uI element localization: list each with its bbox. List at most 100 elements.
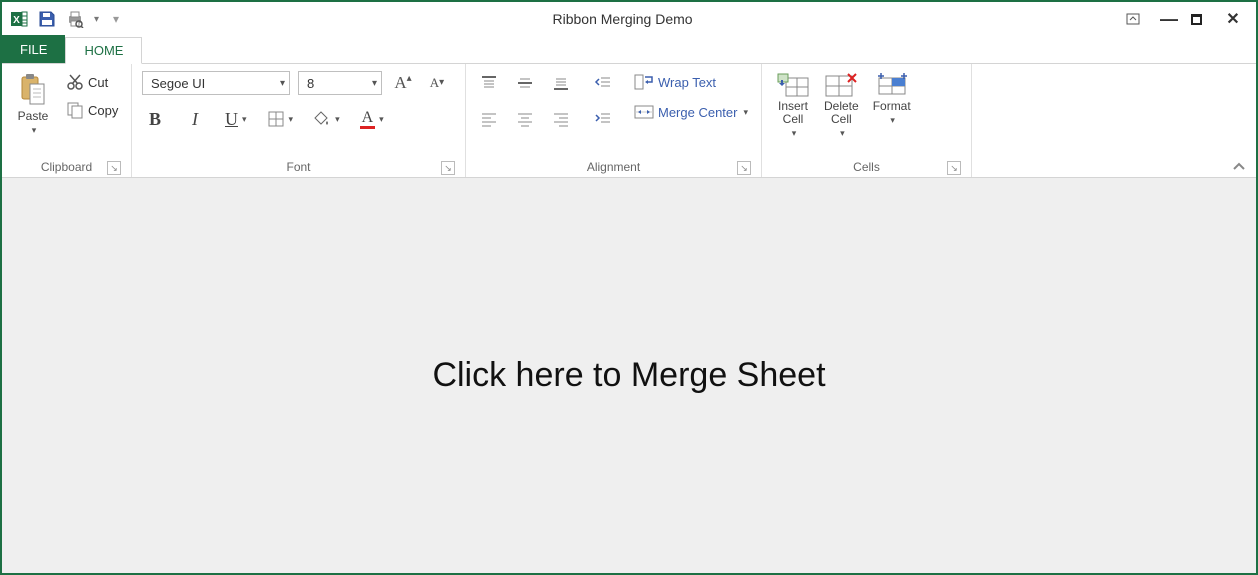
close-button[interactable]: ✕ <box>1222 9 1244 29</box>
format-button[interactable]: Format ▾ <box>869 70 915 128</box>
chevron-down-icon: ▾ <box>32 125 37 136</box>
increase-font-button[interactable]: A▴ <box>390 70 416 96</box>
format-label: Format <box>873 100 911 113</box>
copy-icon <box>66 101 84 119</box>
copy-button[interactable]: Copy <box>64 98 120 122</box>
increase-indent-button[interactable] <box>590 106 616 132</box>
format-icon <box>875 72 909 98</box>
wrap-text-label: Wrap Text <box>658 75 716 90</box>
cut-label: Cut <box>88 75 108 90</box>
group-clipboard: Paste ▾ Cut Copy Clipboard <box>2 64 132 177</box>
decrease-indent-button[interactable] <box>590 70 616 96</box>
qat-dropdown-icon[interactable]: ▾ <box>94 14 99 25</box>
fill-color-button[interactable]: ▾ <box>310 106 343 132</box>
clipboard-launcher-icon[interactable]: ↘ <box>107 161 121 175</box>
group-font-label: Font <box>286 160 310 174</box>
italic-icon: I <box>192 109 198 130</box>
tab-file[interactable]: FILE <box>2 35 65 63</box>
save-icon[interactable] <box>36 8 58 30</box>
chevron-down-icon: ▾ <box>743 107 748 118</box>
insert-cell-button[interactable]: Insert Cell ▾ <box>772 70 814 141</box>
group-alignment-label: Alignment <box>587 160 640 174</box>
group-cells: Insert Cell ▾ Delete Cell ▾ Format ▾ Cel… <box>762 64 972 177</box>
chevron-down-icon: ▾ <box>335 114 340 125</box>
align-left-button[interactable] <box>476 106 502 132</box>
alignment-launcher-icon[interactable]: ↘ <box>737 161 751 175</box>
ribbon-display-options-icon[interactable] <box>1126 13 1148 25</box>
font-color-button[interactable]: A ▾ <box>357 106 387 132</box>
paste-icon <box>18 72 48 108</box>
align-right-icon <box>552 110 570 128</box>
delete-cell-label: Delete Cell <box>824 100 859 126</box>
merge-center-label: Merge Center <box>658 105 737 120</box>
cut-button[interactable]: Cut <box>64 70 120 94</box>
italic-button[interactable]: I <box>182 106 208 132</box>
merge-center-button[interactable]: Merge Center ▾ <box>632 100 750 124</box>
group-font: Segoe UI ▾ 8 ▾ A▴ A▾ <box>132 64 466 177</box>
align-bottom-button[interactable] <box>548 70 574 96</box>
increase-font-icon: A▴ <box>394 73 411 93</box>
bold-icon: B <box>149 109 161 130</box>
wrap-text-icon <box>634 73 654 91</box>
increase-indent-icon <box>594 110 612 128</box>
borders-button[interactable]: ▾ <box>264 106 297 132</box>
chevron-down-icon: ▾ <box>289 114 294 125</box>
align-right-button[interactable] <box>548 106 574 132</box>
align-center-icon <box>516 110 534 128</box>
font-name-value: Segoe UI <box>151 76 205 91</box>
chevron-down-icon: ▾ <box>372 78 377 89</box>
chevron-down-icon: ▾ <box>280 78 285 89</box>
window-controls: — ✕ <box>1126 9 1250 29</box>
delete-cell-icon <box>824 72 858 98</box>
align-left-icon <box>480 110 498 128</box>
font-launcher-icon[interactable]: ↘ <box>441 161 455 175</box>
align-middle-button[interactable] <box>512 70 538 96</box>
merge-center-icon <box>634 103 654 121</box>
group-alignment: Wrap Text Merge Center ▾ Alignment ↘ <box>466 64 762 177</box>
decrease-indent-icon <box>594 74 612 92</box>
maximize-button[interactable] <box>1190 13 1212 26</box>
collapse-ribbon-icon[interactable] <box>1232 159 1246 173</box>
cut-icon <box>66 73 84 91</box>
group-cells-label: Cells <box>853 160 880 174</box>
font-color-icon: A <box>360 110 376 129</box>
fill-color-icon <box>313 110 331 128</box>
merge-sheet-link[interactable]: Click here to Merge Sheet <box>432 356 825 395</box>
cells-launcher-icon[interactable]: ↘ <box>947 161 961 175</box>
underline-button[interactable]: U ▾ <box>222 106 250 132</box>
print-preview-icon[interactable] <box>64 8 86 30</box>
font-size-value: 8 <box>307 76 314 91</box>
insert-cell-label: Insert Cell <box>778 100 808 126</box>
chevron-down-icon: ▾ <box>840 128 845 139</box>
font-size-combo[interactable]: 8 ▾ <box>298 71 382 95</box>
decrease-font-icon: A▾ <box>430 75 444 91</box>
borders-icon <box>267 110 285 128</box>
decrease-font-button[interactable]: A▾ <box>424 70 450 96</box>
align-top-button[interactable] <box>476 70 502 96</box>
ribbon-tabs: FILE HOME <box>2 36 1256 64</box>
insert-cell-icon <box>776 72 810 98</box>
minimize-button[interactable]: — <box>1158 15 1180 23</box>
quick-access-toolbar: X ▾ ▾ <box>8 8 119 30</box>
chevron-down-icon: ▾ <box>890 115 895 126</box>
align-center-button[interactable] <box>512 106 538 132</box>
group-clipboard-label: Clipboard <box>41 160 92 174</box>
underline-icon: U <box>225 109 238 130</box>
window-title: Ribbon Merging Demo <box>119 11 1126 27</box>
excel-icon: X <box>8 8 30 30</box>
chevron-down-icon: ▾ <box>792 128 797 139</box>
wrap-text-button[interactable]: Wrap Text <box>632 70 750 94</box>
tab-home[interactable]: HOME <box>65 37 142 64</box>
align-top-icon <box>480 74 498 92</box>
paste-button[interactable]: Paste ▾ <box>12 70 54 138</box>
svg-text:X: X <box>13 15 20 26</box>
bold-button[interactable]: B <box>142 106 168 132</box>
title-bar: X ▾ ▾ Ribbon Merging Demo — ✕ <box>2 2 1256 36</box>
ribbon: Paste ▾ Cut Copy Clipboard <box>2 64 1256 178</box>
align-middle-icon <box>516 74 534 92</box>
font-name-combo[interactable]: Segoe UI ▾ <box>142 71 290 95</box>
content-area: Click here to Merge Sheet <box>2 178 1256 573</box>
chevron-down-icon: ▾ <box>242 114 247 125</box>
delete-cell-button[interactable]: Delete Cell ▾ <box>820 70 863 141</box>
paste-label: Paste <box>18 110 49 123</box>
